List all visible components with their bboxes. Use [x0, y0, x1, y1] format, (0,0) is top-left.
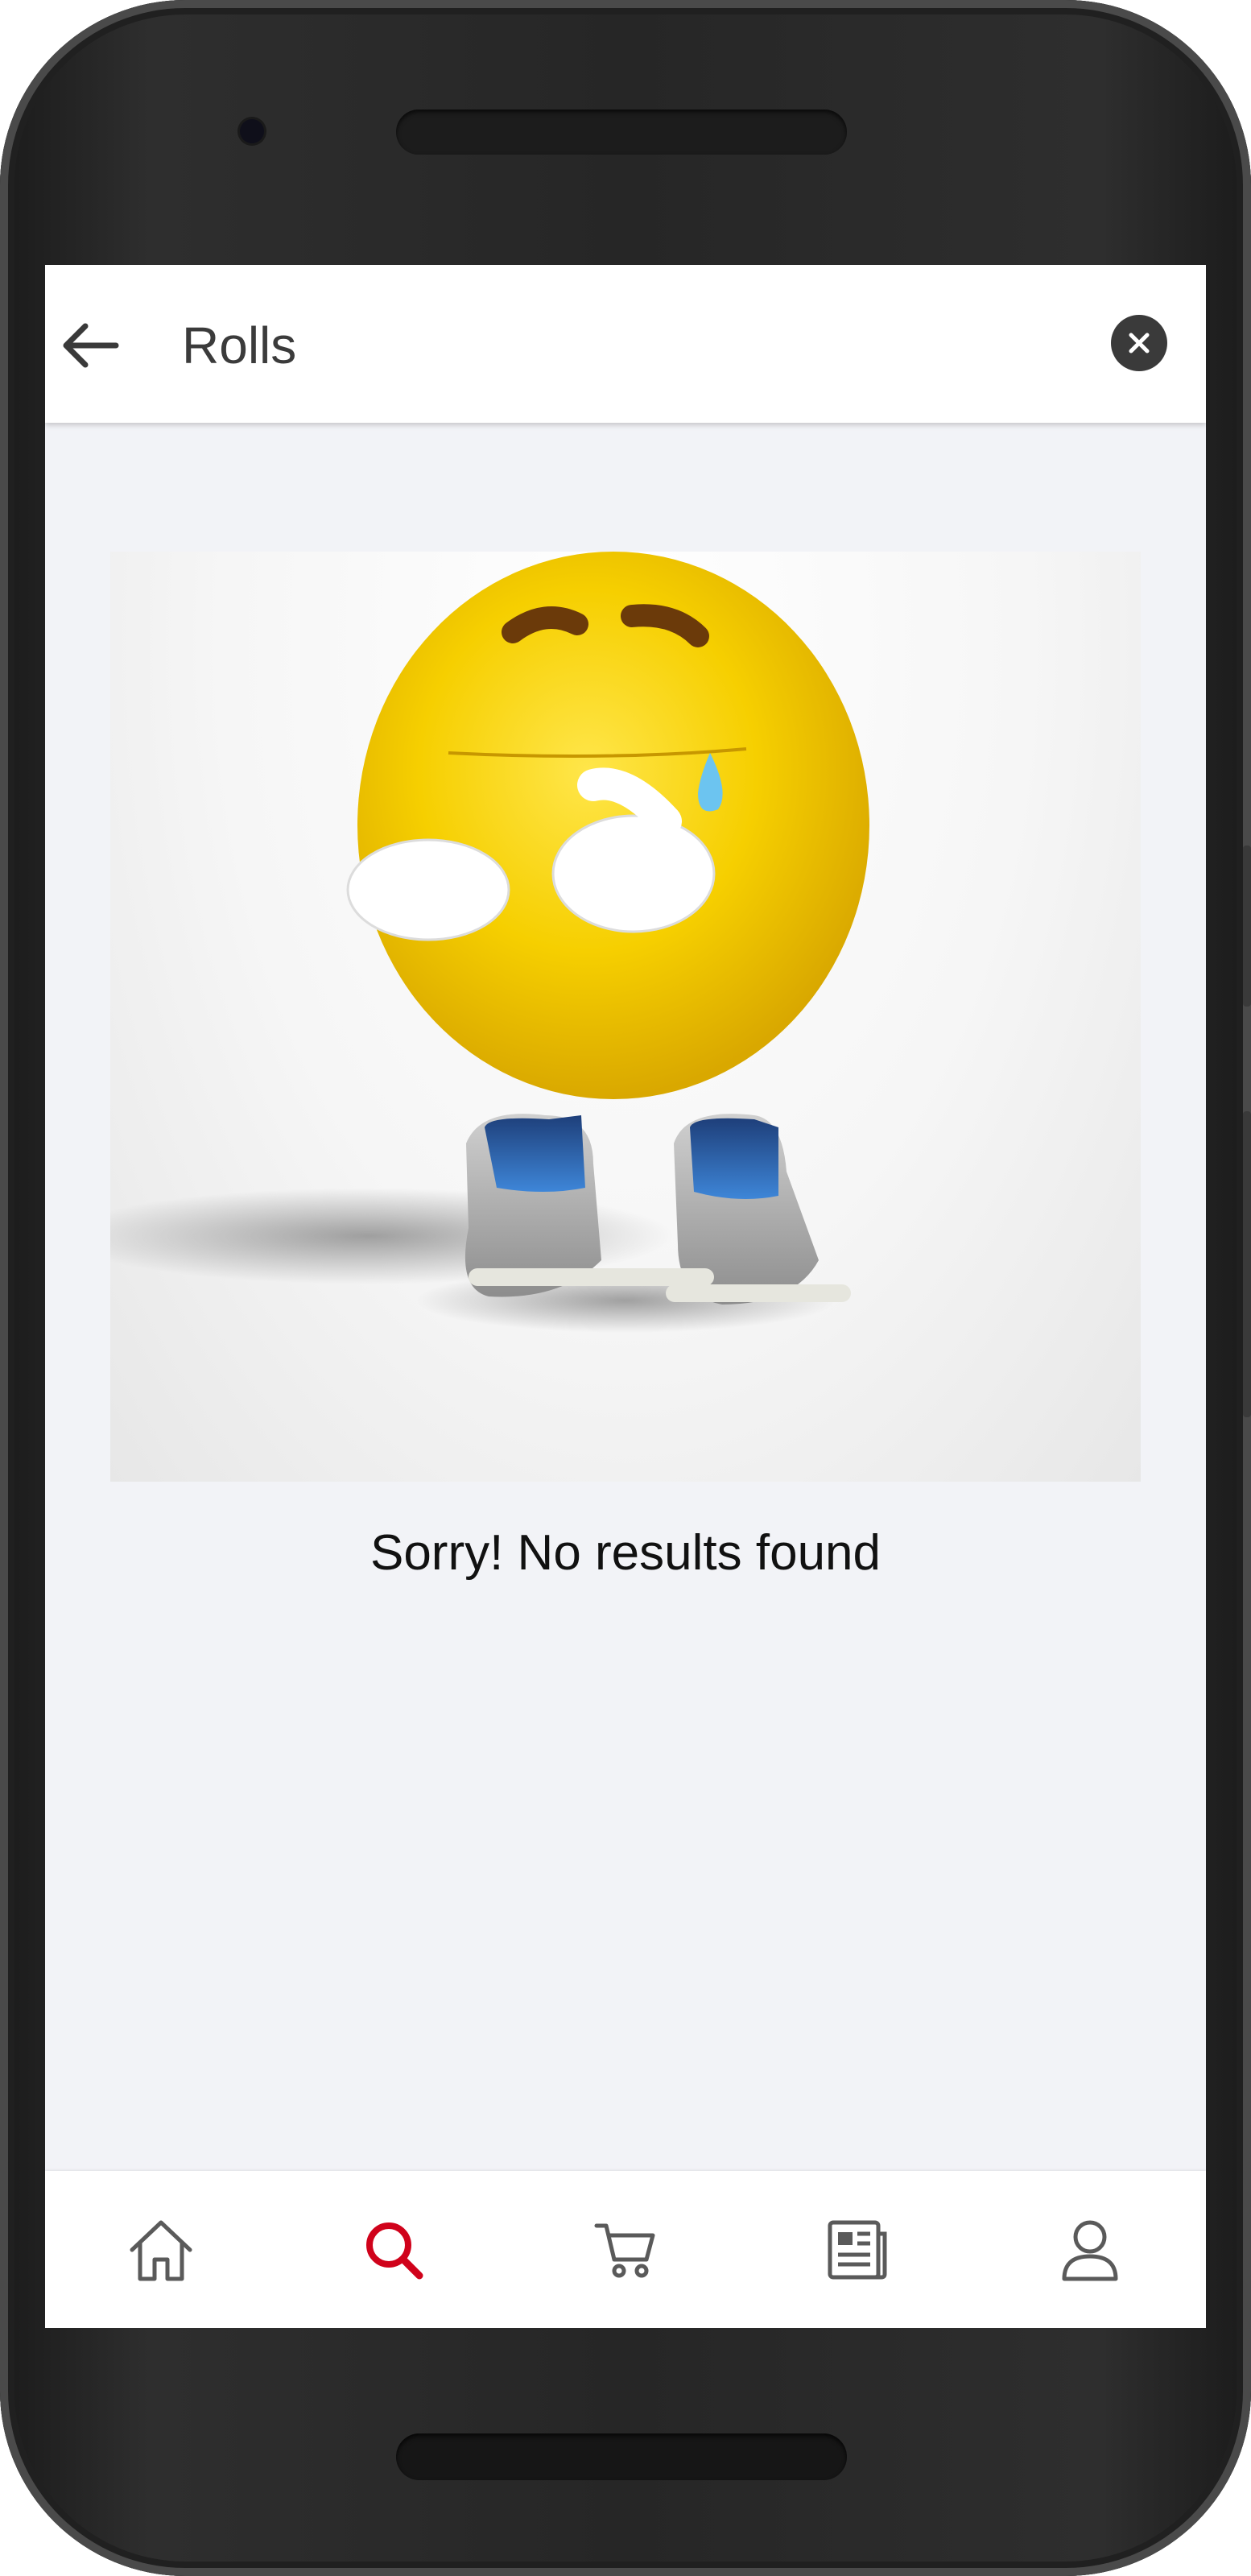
bottom-speaker: [396, 2433, 847, 2480]
nav-news[interactable]: [741, 2171, 973, 2328]
front-camera: [240, 119, 264, 143]
no-results-message: Sorry! No results found: [370, 1525, 881, 1581]
search-icon: [365, 2222, 423, 2279]
home-icon: [130, 2220, 192, 2280]
app-screen: Rolls Sorry! No results found: [45, 265, 1206, 2328]
profile-icon: [1062, 2220, 1118, 2280]
nav-home[interactable]: [45, 2171, 277, 2328]
nav-search[interactable]: [277, 2171, 509, 2328]
nav-profile[interactable]: [974, 2171, 1206, 2328]
search-query-title: Rolls: [182, 316, 297, 374]
power-button: [1243, 846, 1251, 1007]
arrow-left-icon: [63, 323, 119, 368]
news-icon: [828, 2220, 887, 2279]
search-header: Rolls: [45, 265, 1206, 423]
cart-icon: [594, 2223, 655, 2277]
back-button[interactable]: [52, 307, 129, 384]
nav-cart[interactable]: [510, 2171, 741, 2328]
phone-frame: Rolls Sorry! No results found: [0, 0, 1251, 2576]
clear-search-button[interactable]: [1111, 315, 1167, 371]
sad-emoji-illustration: [110, 552, 1141, 1482]
earpiece-speaker: [396, 110, 847, 155]
close-icon: [1129, 333, 1150, 354]
bottom-navigation: [45, 2171, 1206, 2328]
volume-button: [1243, 1111, 1251, 1417]
